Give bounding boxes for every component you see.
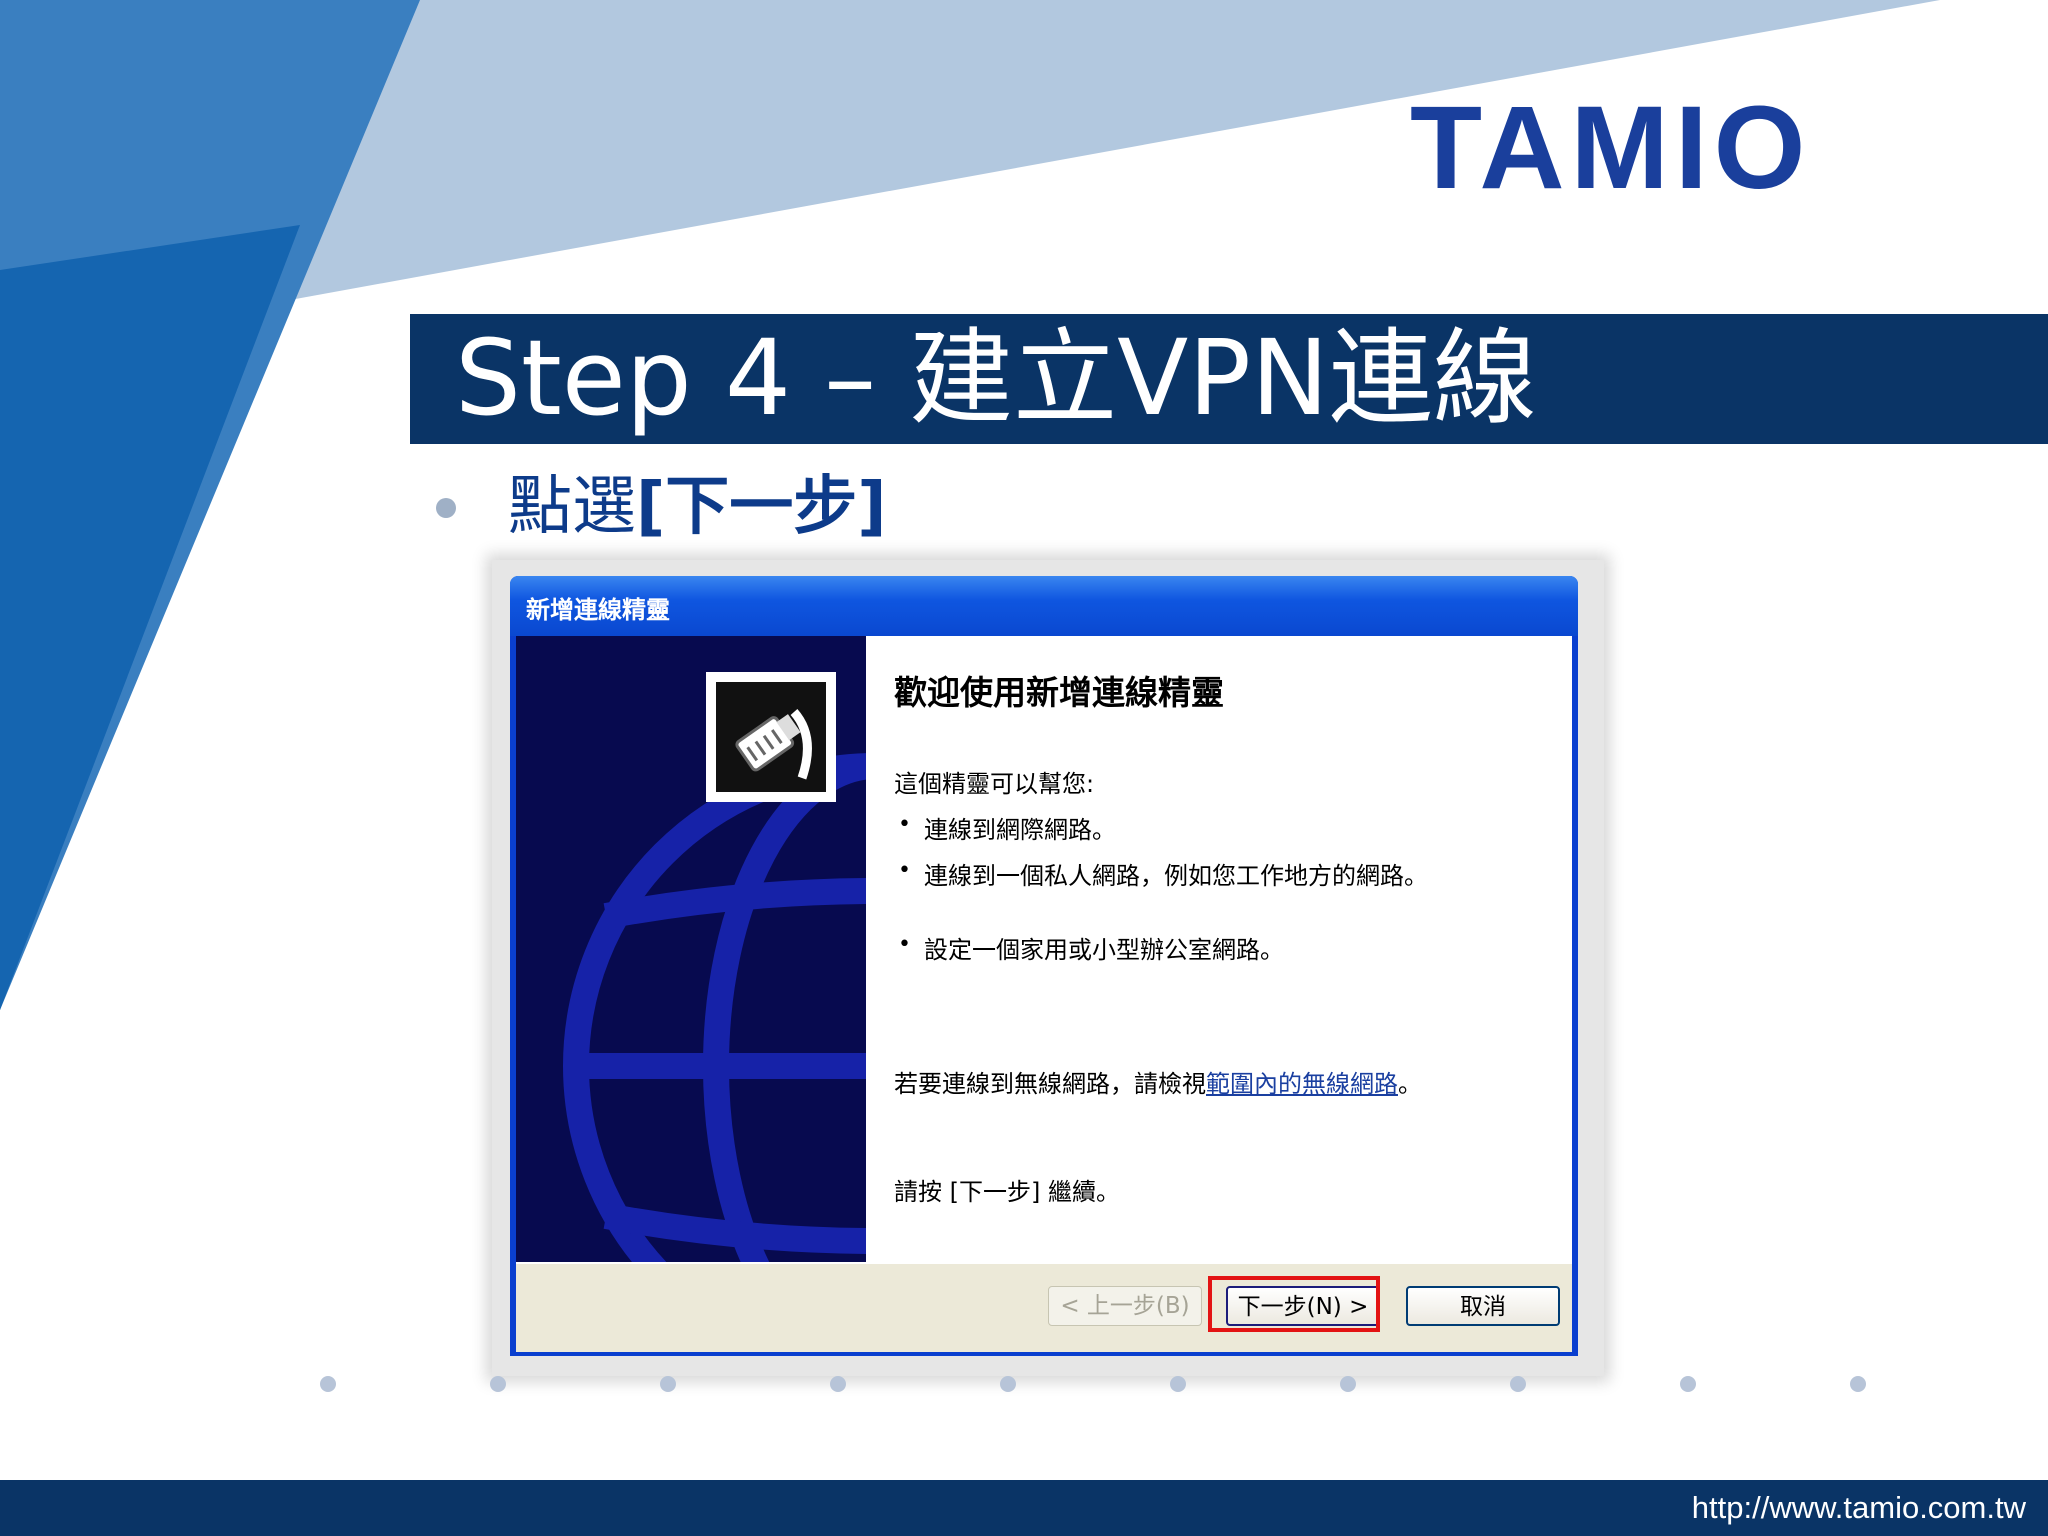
wireless-instruction: 若要連線到無線網路，請檢視範圍內的無線網路。 — [894, 1064, 1422, 1099]
wizard-heading: 歡迎使用新增連線精靈 — [894, 673, 1224, 712]
bullet-icon: • — [898, 812, 911, 837]
cancel-button[interactable]: 取消 — [1406, 1286, 1560, 1326]
dot — [1510, 1376, 1526, 1392]
bullet-action: [下一步] — [636, 470, 887, 544]
dot — [830, 1376, 846, 1392]
bullet-dot-icon — [436, 498, 456, 518]
wireless-networks-link[interactable]: 範圍內的無線網路 — [1206, 1070, 1398, 1098]
bullet-icon: • — [898, 932, 911, 957]
bullet-instruction: 點選[下一步] — [508, 470, 887, 544]
dialog-titlebar[interactable]: 新增連線精靈 — [510, 576, 1578, 636]
tamio-logo: TAMIO — [1410, 82, 1812, 214]
dot — [1170, 1376, 1186, 1392]
footer-url: http://www.tamio.com.tw — [1691, 1490, 2026, 1525]
wizard-bullet: 連線到網際網路。 — [924, 816, 1116, 844]
dialog-body: 歡迎使用新增連線精靈 這個精靈可以幫您: • 連線到網際網路。 • 連線到一個私… — [516, 636, 1572, 1262]
bullet-prefix: 點選 — [508, 470, 636, 544]
slide-title: Step 4 – 建立VPN連線 — [455, 317, 1537, 439]
wizard-intro: 這個精靈可以幫您: — [894, 770, 1095, 798]
dot — [320, 1376, 336, 1392]
wizard-bullet: 連線到一個私人網路，例如您工作地方的網路。 — [924, 862, 1428, 890]
network-cable-icon — [706, 672, 836, 802]
dot — [1680, 1376, 1696, 1392]
back-button[interactable]: < 上一步(B) — [1048, 1286, 1202, 1326]
dialog-title: 新增連線精靈 — [526, 596, 670, 624]
dot — [1850, 1376, 1866, 1392]
new-connection-wizard-dialog: 新增連線精靈 歡迎使用新增連線精靈 這個精靈可以幫您: • 連線到網際網路。 •… — [510, 576, 1578, 1356]
dot — [660, 1376, 676, 1392]
dot — [490, 1376, 506, 1392]
decorative-dots — [320, 1376, 1880, 1396]
wireless-end: 。 — [1398, 1070, 1422, 1098]
dot — [1000, 1376, 1016, 1392]
wireless-text: 若要連線到無線網路，請檢視 — [894, 1070, 1206, 1098]
wizard-bullet: 設定一個家用或小型辦公室網路。 — [924, 936, 1284, 964]
bullet-icon: • — [898, 858, 911, 883]
dot — [1340, 1376, 1356, 1392]
wizard-side-panel — [516, 636, 866, 1262]
continue-instruction: 請按 [下一步] 繼續。 — [894, 1178, 1120, 1206]
dialog-button-bar: < 上一步(B) 下一步(N) > 取消 — [516, 1262, 1572, 1352]
next-button-highlight — [1208, 1276, 1380, 1332]
